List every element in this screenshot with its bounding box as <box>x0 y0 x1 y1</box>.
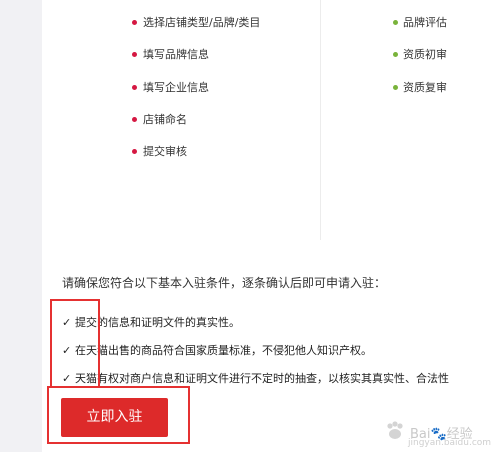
step-brand-info: 填写品牌信息 <box>143 48 209 61</box>
step-store-naming: 店铺命名 <box>143 113 187 126</box>
condition-item[interactable]: ✓ 提交的信息和证明文件的真实性。 <box>62 316 240 330</box>
condition-item[interactable]: ✓ 在天猫出售的商品符合国家质量标准，不侵犯他人知识产权。 <box>62 344 372 358</box>
bullet-dot <box>132 20 137 25</box>
paw-watermark-icon <box>387 421 403 439</box>
bullet-dot <box>132 85 137 90</box>
enter-now-button[interactable]: 立即入驻 <box>61 398 168 437</box>
condition-text: 提交的信息和证明文件的真实性。 <box>75 316 240 329</box>
bullet-dot <box>393 52 398 57</box>
bullet-dot <box>393 85 398 90</box>
condition-item[interactable]: ✓ 天猫有权对商户信息和证明文件进行不定时的抽查，以核实其真实性、合法性 <box>62 372 449 386</box>
bullet-dot <box>393 20 398 25</box>
bullet-dot <box>132 117 137 122</box>
step-submit-review: 提交审核 <box>143 145 187 158</box>
checkmark-icon[interactable]: ✓ <box>62 316 74 330</box>
step-select-store-type: 选择店铺类型/品牌/类目 <box>143 16 261 29</box>
checkmark-icon[interactable]: ✓ <box>62 344 74 358</box>
step-final-review: 资质复审 <box>403 81 447 94</box>
step-company-info: 填写企业信息 <box>143 81 209 94</box>
condition-text: 在天猫出售的商品符合国家质量标准，不侵犯他人知识产权。 <box>75 344 372 357</box>
bullet-dot <box>132 149 137 154</box>
step-initial-review: 资质初审 <box>403 48 447 61</box>
condition-text: 天猫有权对商户信息和证明文件进行不定时的抽查，以核实其真实性、合法性 <box>75 372 449 385</box>
conditions-intro: 请确保您符合以下基本入驻条件，逐条确认后即可申请入驻： <box>62 276 387 290</box>
column-divider <box>320 0 321 240</box>
watermark-url: jingyan.baidu.com <box>408 438 492 448</box>
step-brand-evaluation: 品牌评估 <box>403 16 447 29</box>
bullet-dot <box>132 52 137 57</box>
checkmark-icon[interactable]: ✓ <box>62 372 74 386</box>
